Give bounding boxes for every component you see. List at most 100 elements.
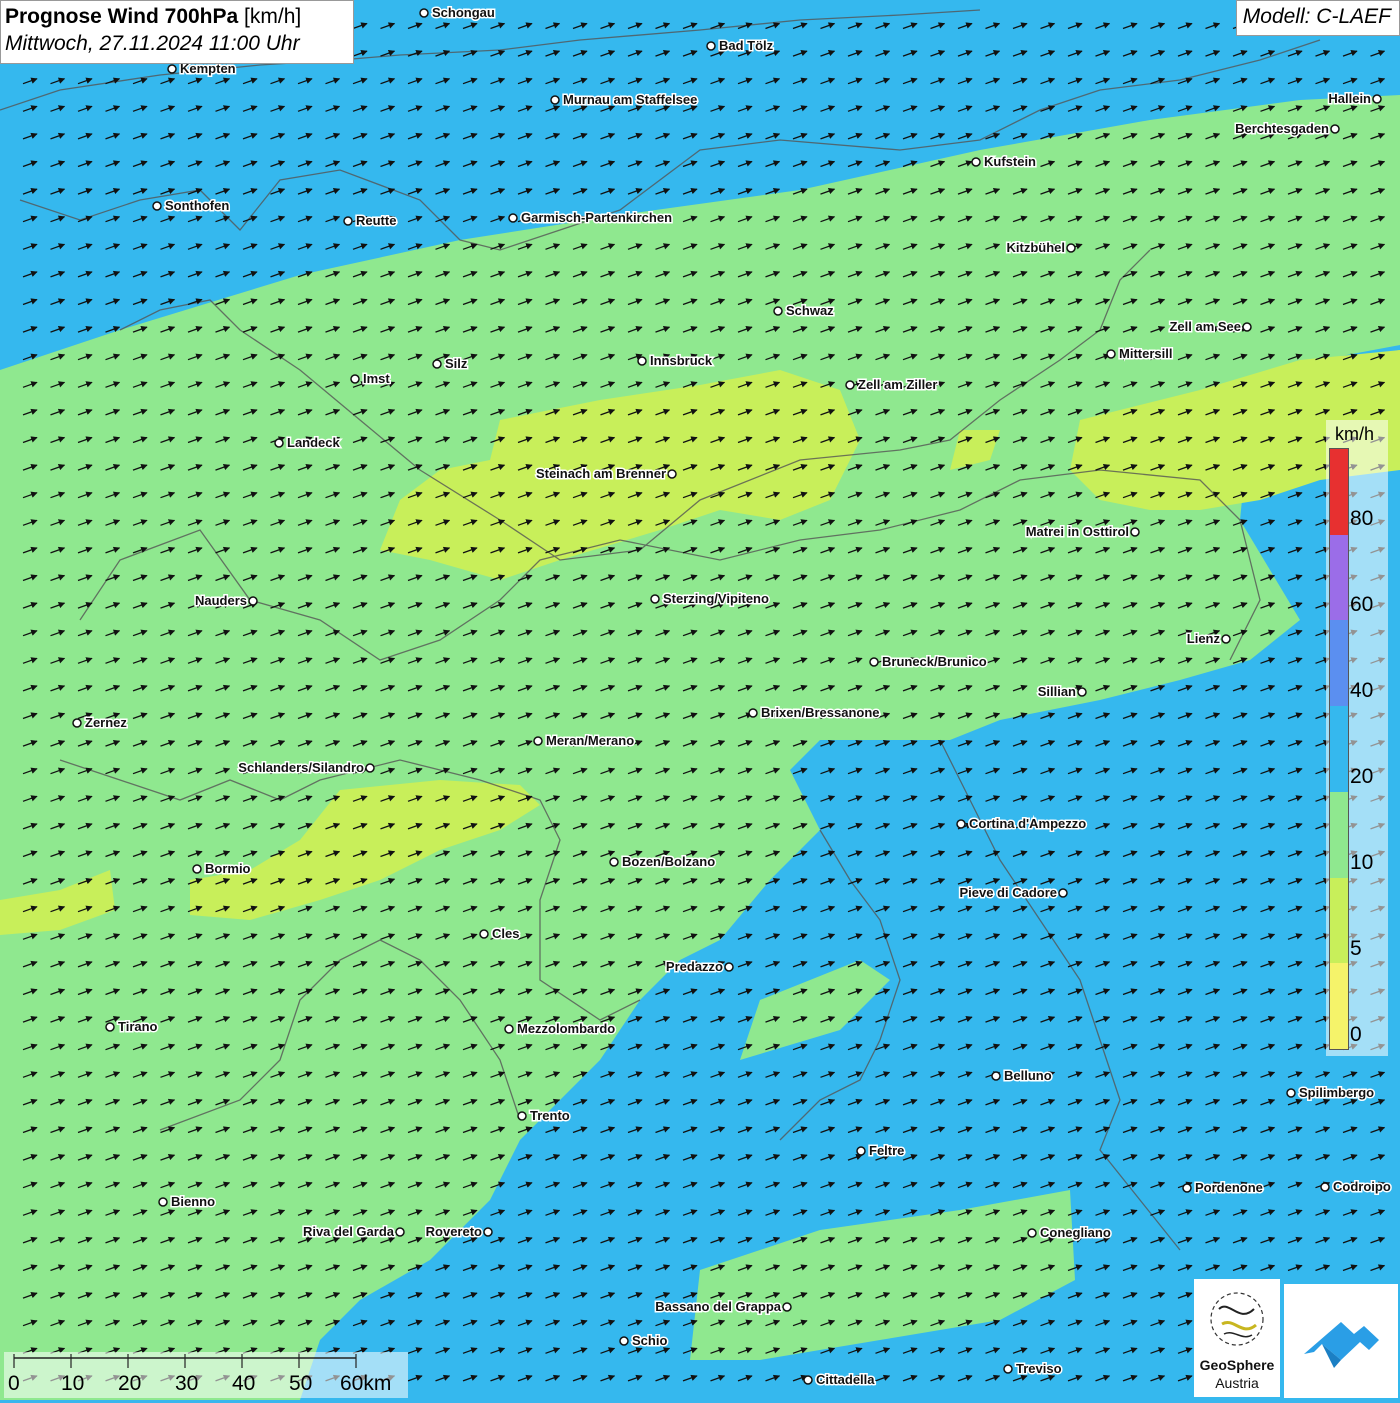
city-label: Schongau (432, 5, 495, 20)
city-dot-icon (773, 306, 783, 316)
city-label: Predazzo (666, 959, 723, 974)
city-dot-icon (748, 708, 758, 718)
city-label: Bruneck/Brunico (882, 654, 987, 669)
city-dot-icon (343, 216, 353, 226)
city-marker: Bruneck/Brunico (869, 653, 988, 671)
city-marker: Bassano del Grappa (654, 1298, 792, 1316)
logo-sub: Austria (1215, 1375, 1259, 1391)
legend-swatch (1330, 791, 1348, 879)
city-marker: Zell am See (1168, 318, 1252, 336)
city-dot-icon (845, 380, 855, 390)
logo-name: GeoSphere (1199, 1357, 1275, 1373)
city-dot-icon (248, 596, 258, 606)
legend-swatch (1330, 449, 1348, 536)
legend-label: 40 (1350, 679, 1374, 702)
scale-label: 30 (175, 1372, 199, 1395)
city-label: Bad Tölz (719, 38, 774, 53)
city-label: Tirano (118, 1019, 158, 1034)
legend-swatch (1330, 877, 1348, 965)
city-label: Garmisch-Partenkirchen (521, 210, 672, 225)
city-label: Zell am Ziller (858, 377, 937, 392)
geosphere-logo: GeoSphere Austria (1194, 1279, 1280, 1397)
legend-label: 5 (1350, 937, 1362, 960)
city-label: Sonthofen (165, 198, 229, 213)
city-dot-icon (395, 1227, 405, 1237)
city-dot-icon (956, 819, 966, 829)
city-label: Kitzbühel (1007, 240, 1066, 255)
city-label: Nauders (195, 593, 247, 608)
city-dot-icon (1242, 322, 1252, 332)
legend-label: 60 (1350, 593, 1374, 616)
legend-swatch (1330, 706, 1348, 793)
city-dot-icon (724, 962, 734, 972)
wind-map: SchongauBad TölzKemptenMurnau am Staffel… (0, 0, 1400, 1400)
city-dot-icon (1077, 687, 1087, 697)
city-dot-icon (508, 213, 518, 223)
city-marker: Innsbruck (637, 352, 714, 370)
city-label: Conegliano (1040, 1225, 1111, 1240)
city-label: Spilimbergo (1299, 1085, 1374, 1100)
city-marker: Sonthofen (152, 197, 231, 215)
city-label: Riva del Garda (303, 1224, 395, 1239)
city-marker: Zell am Ziller (845, 376, 939, 394)
legend-swatch (1330, 620, 1348, 708)
city-dot-icon (1221, 634, 1231, 644)
app-logo (1284, 1284, 1398, 1398)
city-dot-icon (869, 657, 879, 667)
city-label: Zell am See (1169, 319, 1241, 334)
city-dot-icon (158, 1197, 168, 1207)
city-label: Brixen/Bressanone (761, 705, 880, 720)
city-label: Berchtesgaden (1235, 121, 1329, 136)
scale-label: 50 (289, 1372, 313, 1395)
city-label: Bienno (171, 1194, 215, 1209)
legend-swatch (1330, 534, 1348, 622)
legend-label: 10 (1350, 851, 1374, 874)
city-dot-icon (483, 1227, 493, 1237)
city-dot-icon (650, 594, 660, 604)
city-dot-icon (550, 95, 560, 105)
city-dot-icon (105, 1022, 115, 1032)
city-label: Bozen/Bolzano (622, 854, 715, 869)
city-label: Cles (492, 926, 519, 941)
city-label: Feltre (869, 1143, 904, 1158)
city-label: Schlanders/Silandro (238, 760, 364, 775)
city-dot-icon (192, 864, 202, 874)
city-dot-icon (365, 763, 375, 773)
city-dot-icon (350, 374, 360, 384)
city-label: Hallein (1328, 91, 1371, 106)
city-label: Reutte (356, 213, 396, 228)
city-dot-icon (1320, 1182, 1330, 1192)
city-marker: Predazzo (664, 958, 734, 976)
city-dot-icon (1286, 1088, 1296, 1098)
model-label: Modell: C-LAEF (1235, 0, 1400, 36)
city-dot-icon (533, 736, 543, 746)
city-label: Imst (363, 371, 390, 386)
city-label: Silz (445, 356, 468, 371)
city-label: Treviso (1016, 1361, 1062, 1376)
city-label: Belluno (1004, 1068, 1052, 1083)
city-label: Kufstein (984, 154, 1036, 169)
city-dot-icon (991, 1071, 1001, 1081)
scale-label: 60km (340, 1372, 392, 1395)
city-dot-icon (637, 356, 647, 366)
city-marker: Berchtesgaden (1234, 120, 1340, 138)
city-marker: Steinach am Brenner (534, 465, 677, 483)
city-dot-icon (274, 438, 284, 448)
city-label: Bassano del Grappa (655, 1299, 781, 1314)
legend-swatch (1330, 963, 1348, 1050)
city-label: Matrei in Osttirol (1026, 524, 1129, 539)
city-label: Mezzolombardo (517, 1021, 615, 1036)
city-dot-icon (419, 8, 429, 18)
city-dot-icon (432, 359, 442, 369)
city-label: Pordenone (1195, 1180, 1263, 1195)
city-dot-icon (1182, 1183, 1192, 1193)
city-marker: Cortina d'Ampezzo (956, 815, 1088, 833)
city-label: Codroipo (1333, 1179, 1391, 1194)
city-dot-icon (152, 201, 162, 211)
city-dot-icon (1372, 94, 1382, 104)
city-label: Landeck (287, 435, 341, 450)
city-marker: Sterzing/Vipiteno (650, 590, 770, 608)
map-title: Prognose Wind 700hPa [km/h] (5, 5, 302, 28)
city-marker: Pordenone (1182, 1179, 1264, 1197)
city-dot-icon (1003, 1364, 1013, 1374)
